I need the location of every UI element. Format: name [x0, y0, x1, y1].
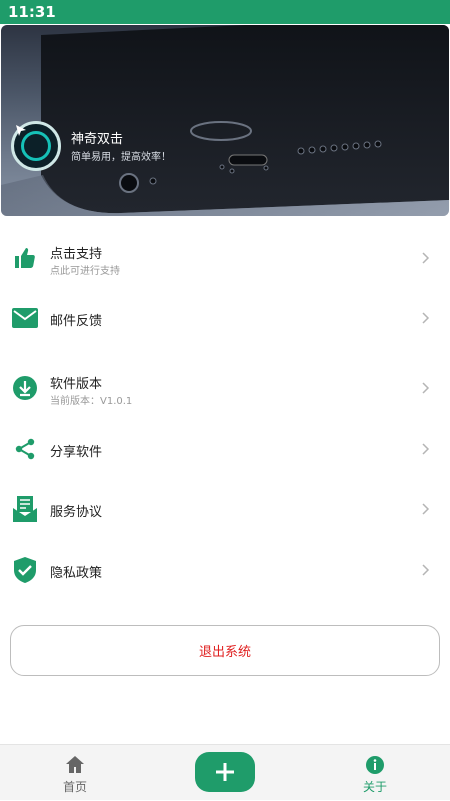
tab-home[interactable]: 首页 — [35, 745, 115, 801]
download-icon — [12, 375, 38, 401]
menu-item-mail-feedback[interactable]: 邮件反馈 — [0, 289, 450, 347]
app-logo — [11, 121, 61, 171]
phone-photo — [1, 25, 449, 216]
status-bar: 11:31 — [0, 0, 450, 24]
home-icon — [66, 756, 84, 773]
chevron-right-icon — [422, 252, 430, 264]
thumbs-up-icon — [12, 245, 38, 271]
chevron-right-icon — [422, 564, 430, 576]
cursor-icon — [16, 125, 26, 136]
menu-item-software-version[interactable]: 软件版本 当前版本：V1.0.1 — [0, 359, 450, 417]
mail-icon — [12, 305, 38, 331]
status-time: 11:31 — [8, 3, 56, 21]
info-icon — [366, 756, 384, 774]
version-text: 当前版本：V1.0.1 — [50, 396, 133, 407]
share-icon — [12, 436, 38, 462]
agreement-icon — [12, 496, 38, 522]
menu-item-label: 分享软件 — [50, 445, 103, 460]
menu-item-service-agreement[interactable]: 服务协议 — [0, 480, 450, 538]
logout-label: 退出系统 — [198, 645, 251, 660]
menu-item-sub: 点此可进行支持 — [50, 266, 120, 277]
menu-item-label: 软件版本 — [50, 377, 103, 392]
tab-home-label: 首页 — [62, 780, 87, 794]
add-button[interactable] — [195, 752, 255, 792]
app-slogan: 简单易用，提高效率！ — [71, 152, 171, 163]
chevron-right-icon — [422, 312, 430, 324]
chevron-right-icon — [422, 382, 430, 394]
menu-item-label: 点击支持 — [50, 247, 103, 262]
menu-item-label: 服务协议 — [50, 505, 103, 520]
chevron-right-icon — [422, 443, 430, 455]
menu-item-label: 隐私政策 — [50, 566, 103, 581]
menu-item-support[interactable]: 点击支持 点此可进行支持 — [0, 229, 450, 287]
menu-item-label: 邮件反馈 — [50, 314, 103, 329]
shield-check-icon — [12, 557, 38, 583]
tab-about-label: 关于 — [362, 780, 387, 794]
logout-button[interactable]: 退出系统 — [10, 625, 440, 676]
hero-banner: 神奇双击 简单易用，提高效率！ — [1, 25, 449, 216]
plus-icon — [216, 763, 234, 781]
chevron-right-icon — [422, 503, 430, 515]
tab-about[interactable]: 关于 — [335, 745, 415, 801]
app-name: 神奇双击 — [71, 132, 124, 147]
menu-item-share[interactable]: 分享软件 — [0, 420, 450, 478]
menu-item-privacy-policy[interactable]: 隐私政策 — [0, 541, 450, 599]
